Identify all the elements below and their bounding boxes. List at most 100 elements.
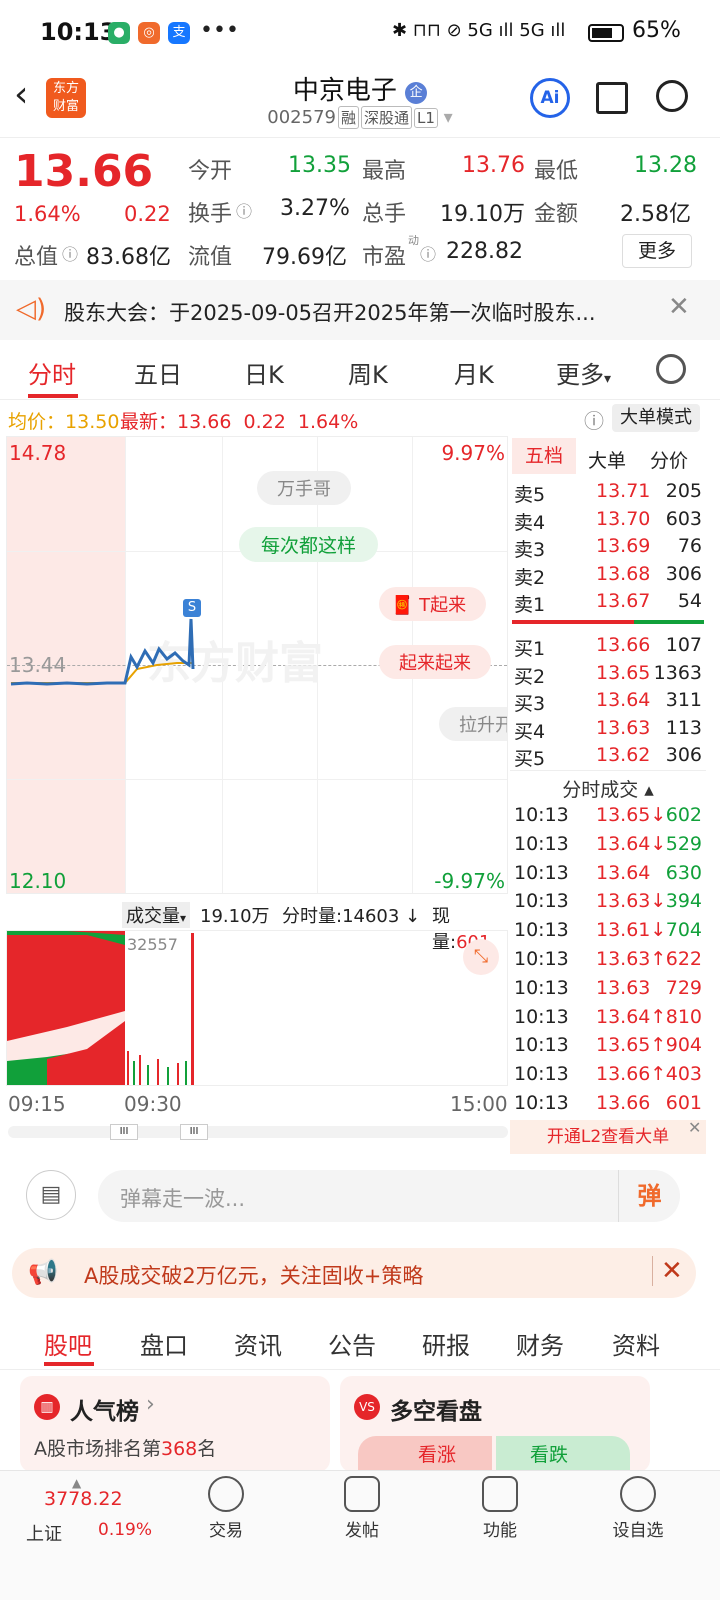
pe-dynamic-mark: 动	[408, 234, 419, 247]
change-amount: 0.22	[124, 202, 171, 226]
tag-level: L1	[414, 108, 438, 128]
nav-add-watchlist[interactable]: 设自选	[588, 1476, 688, 1541]
more-button[interactable]: 更多	[622, 234, 692, 268]
time-scrollbar[interactable]	[8, 1126, 508, 1138]
volume-selector[interactable]: 成交量▾	[122, 902, 191, 928]
bearish-button[interactable]: 看跌	[496, 1436, 630, 1472]
danmu-bullet: 🧧 T起来	[379, 587, 487, 621]
megaphone-icon: 📢	[28, 1258, 58, 1286]
orderbook-row[interactable]: 买1 13.66 107	[514, 634, 704, 661]
tab-news[interactable]: 资讯	[234, 1326, 282, 1361]
index-value: 3778.22	[44, 1488, 123, 1510]
nav-trade[interactable]: 交易	[176, 1476, 276, 1541]
notice-bar[interactable]: ◁) 股东大会：于2025-09-05召开2025年第一次临时股东... ✕	[0, 280, 720, 340]
expand-icon[interactable]: ⤡	[463, 939, 499, 975]
trade-price: 13.65↑	[596, 1034, 667, 1057]
tab-underline	[44, 1362, 94, 1366]
tab-more[interactable]: 更多▾	[556, 355, 611, 390]
scroll-handle-right[interactable]: III	[180, 1124, 208, 1140]
volume-bar	[167, 1067, 169, 1085]
index-name: 上证	[26, 1524, 62, 1545]
intraday-price-chart[interactable]: 东方财富 14.78 9.97% 13.44 12.10 -9.97% S 万手…	[6, 436, 508, 894]
search-icon[interactable]	[656, 80, 688, 112]
speaker-icon: ◁)	[16, 294, 47, 324]
battery-icon	[588, 24, 624, 42]
latest-price: 最新：13.66 0.22 1.64%	[120, 411, 359, 433]
nav-post[interactable]: 发帖	[312, 1476, 412, 1541]
orderbook-tabs: 五档 大单 分价	[510, 436, 706, 476]
s-marker-icon[interactable]: S	[183, 599, 201, 617]
dropdown-icon[interactable]: ▾	[444, 107, 453, 128]
bull-bear-card[interactable]: VS 多空看盘 看涨 看跌	[340, 1376, 650, 1472]
tab-financials[interactable]: 财务	[516, 1326, 564, 1361]
close-icon[interactable]: ✕	[688, 1118, 701, 1137]
tab-5day[interactable]: 五日	[134, 355, 182, 390]
trade-price: 13.63	[596, 976, 651, 999]
orderbook-row[interactable]: 卖1 13.67 54	[514, 590, 704, 617]
tab-announcements[interactable]: 公告	[328, 1326, 376, 1361]
promo-banner[interactable]: 📢 A股成交破2万亿元，关注固收+策略 ✕	[12, 1248, 696, 1298]
tab-daily-k[interactable]: 日K	[244, 355, 284, 390]
info-icon[interactable]: ⓘ	[236, 198, 252, 222]
level-volume: 306	[665, 562, 702, 585]
tab-profile[interactable]: 资料	[612, 1326, 660, 1361]
level-volume: 76	[677, 535, 702, 557]
tab-weekly-k[interactable]: 周K	[348, 355, 388, 390]
danmu-settings-icon[interactable]: ▤	[26, 1170, 76, 1220]
trade-list-header[interactable]: 分时成交 ▴	[510, 770, 706, 804]
popularity-card[interactable]: ▥ 人气榜 › A股市场排名第368名	[20, 1376, 330, 1472]
level-label: 买5	[514, 748, 546, 770]
turnover-value: 3.27%	[280, 196, 350, 221]
tab-forum[interactable]: 股吧	[44, 1326, 92, 1361]
tab-market-depth[interactable]: 盘口	[140, 1326, 188, 1361]
settings-gear-icon[interactable]	[656, 354, 686, 384]
orderbook-row[interactable]: 卖2 13.68 306	[514, 563, 704, 590]
orderbook-row[interactable]: 买3 13.64 311	[514, 689, 704, 716]
orderbook-row[interactable]: 卖4 13.70 603	[514, 508, 704, 535]
orderbook-row[interactable]: 买2 13.65 1363	[514, 662, 704, 689]
close-icon[interactable]: ✕	[652, 1256, 683, 1286]
nav-functions[interactable]: 功能	[450, 1476, 550, 1541]
trade-row: 10:13 13.65↑ 904	[514, 1034, 704, 1063]
orderbook-row[interactable]: 买5 13.62 306	[514, 744, 704, 771]
big-order-mode-button[interactable]: 大单模式	[612, 404, 700, 432]
level-volume: 205	[665, 480, 702, 502]
orderbook-row[interactable]: 卖5 13.71 205	[514, 480, 704, 507]
index-ticker[interactable]: ▲ 3778.22 上证 0.19%	[20, 1476, 160, 1576]
high-value: 13.76	[462, 153, 525, 178]
mktcap-label: 总值	[14, 245, 59, 270]
trade-time: 10:13	[514, 1063, 569, 1086]
pe-label: 市盈	[362, 245, 407, 270]
tab-monthly-k[interactable]: 月K	[454, 355, 494, 390]
tab-research[interactable]: 研报	[422, 1326, 470, 1361]
danmu-send-button[interactable]: 弹	[618, 1170, 680, 1222]
level-volume: 54	[677, 590, 702, 612]
level-price: 13.66	[596, 634, 651, 656]
l2-upsell[interactable]: 开通L2查看大单	[510, 1120, 706, 1154]
tab-price-levels[interactable]: 分价	[650, 446, 688, 473]
ai-icon[interactable]: Ai	[530, 78, 570, 118]
close-icon[interactable]: ✕	[668, 292, 690, 322]
scroll-handle-left[interactable]: III	[110, 1124, 138, 1140]
last-price: 13.66	[14, 146, 154, 197]
level-label: 买4	[514, 720, 546, 743]
tab-intraday[interactable]: 分时	[28, 355, 76, 390]
bullish-button[interactable]: 看涨	[358, 1436, 492, 1472]
tab-big-orders[interactable]: 大单	[588, 446, 626, 473]
danmu-input[interactable]: 弹幕走一波... 弹	[98, 1170, 680, 1222]
help-icon[interactable]: ⓘ	[584, 405, 604, 434]
volume-per-minute: 分时量:14603 ↓	[282, 906, 421, 927]
volume-max-label: 32557	[127, 935, 178, 954]
volume-bar	[191, 933, 194, 1085]
trade-row: 10:13 13.63↓ 394	[514, 890, 704, 919]
level-volume: 1363	[653, 661, 702, 684]
orderbook-row[interactable]: 买4 13.63 113	[514, 717, 704, 744]
info-icon[interactable]: ⓘ	[420, 241, 436, 265]
trade-row: 10:13 13.64↑ 810	[514, 1006, 704, 1035]
orderbook-row[interactable]: 卖3 13.69 76	[514, 535, 704, 562]
danmu-bullet: 拉升开	[439, 707, 507, 741]
share-icon[interactable]	[596, 82, 628, 114]
trade-row: 10:13 13.66 601	[514, 1092, 704, 1121]
tab-five-levels[interactable]: 五档	[512, 438, 576, 474]
info-icon[interactable]: ⓘ	[62, 241, 78, 265]
